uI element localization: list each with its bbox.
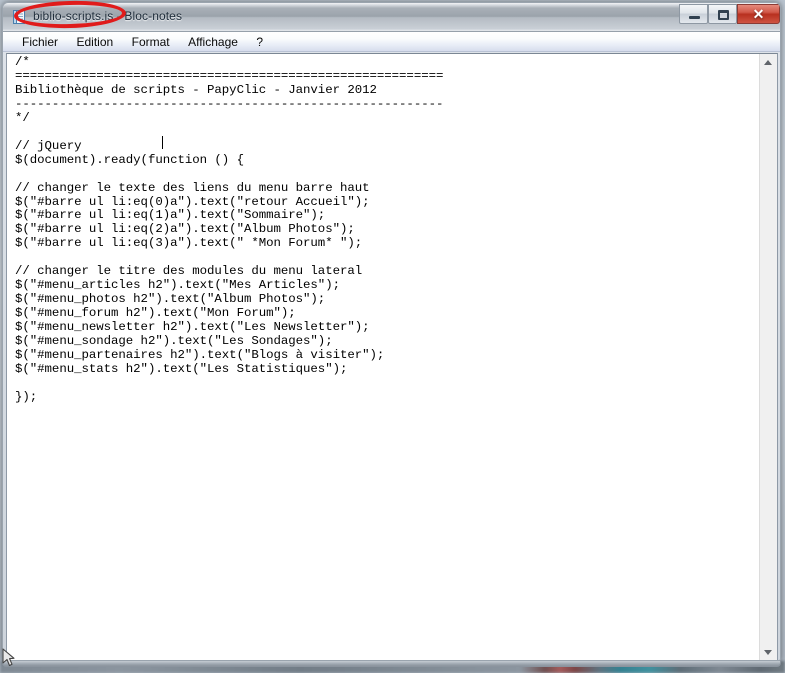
text-caret <box>162 136 163 149</box>
scroll-down-button[interactable] <box>760 644 777 660</box>
scroll-down-arrow-icon <box>764 650 772 655</box>
notepad-window: biblio-scripts.js - Bloc-notes ✕ Fichier… <box>2 2 781 661</box>
editor-text[interactable]: /* =====================================… <box>15 55 757 405</box>
scroll-up-button[interactable] <box>760 54 777 71</box>
menu-item-edition[interactable]: Edition <box>69 32 120 52</box>
maximize-icon <box>718 10 729 20</box>
minimize-button[interactable] <box>679 4 708 24</box>
menu-item-format[interactable]: Format <box>125 32 177 52</box>
menu-item-help[interactable]: ? <box>249 32 270 52</box>
text-editor-area[interactable]: /* =====================================… <box>6 53 778 660</box>
menu-item-fichier[interactable]: Fichier <box>15 32 65 52</box>
maximize-button[interactable] <box>708 4 737 24</box>
scroll-up-arrow-icon <box>764 60 772 65</box>
menu-bar: Fichier Edition Format Affichage ? <box>3 32 780 52</box>
notepad-icon <box>13 10 25 24</box>
window-title: biblio-scripts.js - Bloc-notes <box>33 9 183 23</box>
minimize-icon <box>689 16 700 19</box>
menu-item-affichage[interactable]: Affichage <box>181 32 245 52</box>
vertical-scrollbar[interactable] <box>759 54 777 660</box>
title-bar[interactable]: biblio-scripts.js - Bloc-notes ✕ <box>3 3 780 32</box>
close-button[interactable]: ✕ <box>737 4 780 24</box>
close-icon: ✕ <box>752 6 765 22</box>
window-bottom-edge <box>2 661 781 667</box>
